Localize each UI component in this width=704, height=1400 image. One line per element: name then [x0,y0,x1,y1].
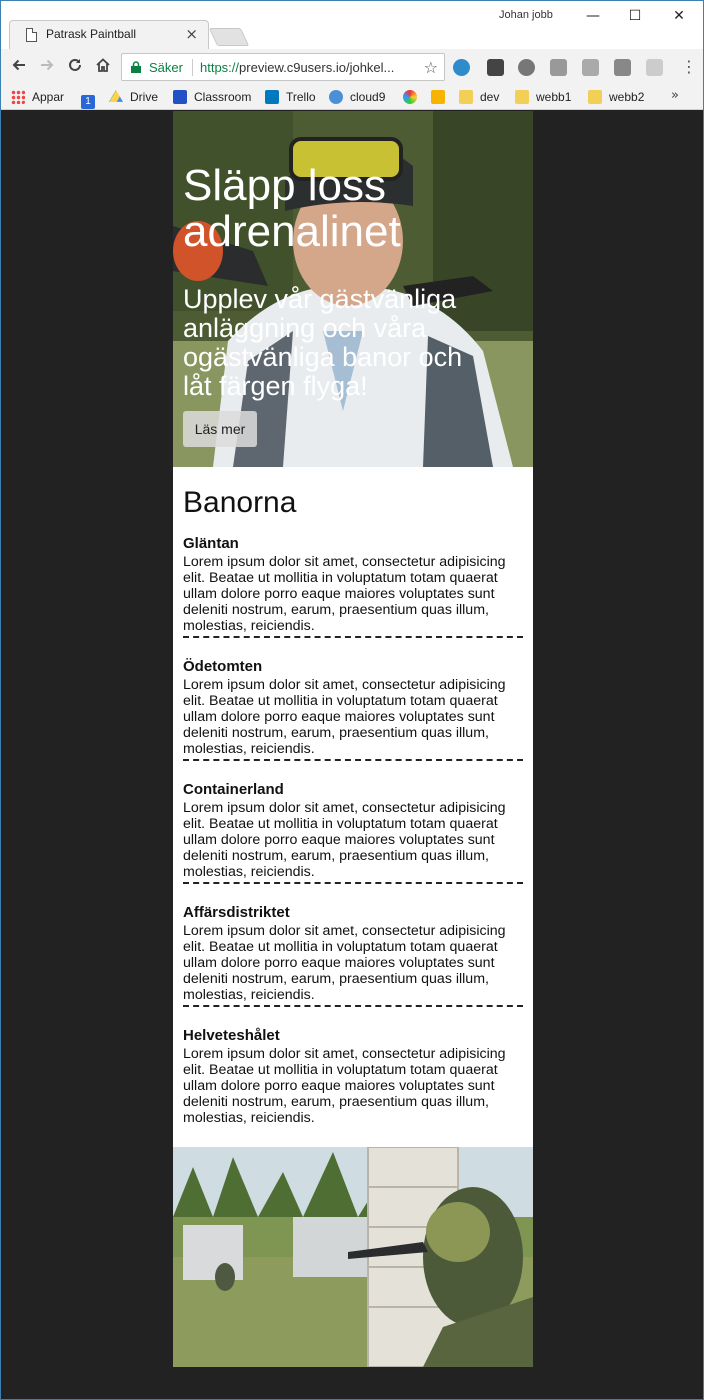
bookmarks-overflow-button[interactable]: » [671,88,679,103]
bookmark-label: cloud9 [350,90,386,104]
calendar-icon: 1 [81,95,95,109]
folder-icon [515,90,529,104]
extension-screen-icon[interactable] [614,59,631,76]
omnibox-divider [192,59,193,76]
more-vert-icon[interactable]: ⋮ [681,57,697,76]
bookmark-classroom[interactable]: Classroom [173,89,251,106]
bookmark-label: Classroom [194,90,252,104]
bookmark-calendar[interactable]: 1 [81,89,102,109]
course-item: Helveteshålet Lorem ipsum dolor sit amet… [183,1027,523,1128]
close-window-button[interactable]: ✕ [659,5,699,27]
lock-icon [131,61,141,73]
arrow-left-icon[interactable] [8,56,30,78]
reload-icon[interactable] [64,56,86,78]
classroom-icon [173,90,187,104]
courses-heading: Banorna [183,486,297,519]
courses-section: Banorna Gläntan Lorem ipsum dolor sit am… [173,467,533,1136]
bookmark-folder-webb1[interactable]: webb1 [515,89,571,106]
bookmark-keep[interactable] [431,89,452,106]
course-item: Containerland Lorem ipsum dolor sit amet… [183,781,523,884]
bookmark-label: dev [480,90,500,104]
extension-camera-icon[interactable] [550,59,567,76]
browser-toolbar: Säker https://preview.c9users.io/johkel.… [1,49,703,85]
page-icon [26,28,37,42]
course-description: Lorem ipsum dolor sit amet, consectetur … [183,554,506,634]
lightbulb-icon [431,90,445,104]
bookmark-folder-webb2[interactable]: webb2 [588,89,644,106]
paintball-field-photo [173,1147,533,1367]
extension-cast-icon[interactable] [453,59,470,76]
bookmarks-bar: Appar 1 Drive Classroom Trello cloud9 de… [1,85,703,110]
course-name: Containerland [183,781,284,798]
url-scheme: https:// [200,60,240,75]
url-text: https://preview.c9users.io/johkel... [200,60,394,75]
course-description: Lorem ipsum dolor sit amet, consectetur … [183,677,506,757]
bookmark-label: Drive [130,90,159,104]
bookmark-trello[interactable]: Trello [265,89,316,106]
extension-gear-icon[interactable] [518,59,535,76]
course-description: Lorem ipsum dolor sit amet, consectetur … [183,1046,506,1126]
new-tab-button[interactable] [208,28,250,46]
web-page: Släpp loss adrenalinet Upplev vår gästvä… [173,111,533,1367]
bookmark-drive[interactable]: Drive [109,89,158,106]
apps-grid-icon [11,90,25,104]
arrow-right-icon[interactable] [36,56,58,78]
course-item: Ödetomten Lorem ipsum dolor sit amet, co… [183,658,523,761]
course-item: Gläntan Lorem ipsum dolor sit amet, cons… [183,535,523,638]
read-more-button[interactable]: Läs mer [183,411,257,447]
bookmark-pinwheel[interactable] [403,89,424,106]
extension-keep-icon[interactable] [487,59,504,76]
extension-pdf-icon[interactable] [582,59,599,76]
course-description: Lorem ipsum dolor sit amet, consectetur … [183,800,506,880]
bookmark-label: webb1 [536,90,572,104]
bookmark-label: Appar [32,90,65,104]
address-bar[interactable]: Säker https://preview.c9users.io/johkel.… [121,53,445,81]
course-description: Lorem ipsum dolor sit amet, consectetur … [183,923,506,1003]
maximize-button[interactable]: ☐ [615,5,655,27]
course-name: Gläntan [183,535,239,552]
trello-icon [265,90,279,104]
bookmark-label: Trello [286,90,316,104]
profile-name[interactable]: Johan jobb [499,9,553,21]
bookmark-cloud9[interactable]: cloud9 [329,89,385,106]
browser-tab[interactable]: Patrask Paintball × [9,20,209,49]
hero-section: Släpp loss adrenalinet Upplev vår gästvä… [173,111,533,467]
pinwheel-icon [403,90,417,104]
star-icon[interactable]: ☆ [424,58,438,77]
secure-label: Säker [149,60,183,75]
folder-icon [588,90,602,104]
tab-title: Patrask Paintball [46,27,137,41]
url-host: preview.c9users.io/johkel... [239,60,395,75]
folder-icon [459,90,473,104]
bookmark-label: webb2 [609,90,645,104]
minimize-button[interactable]: — [573,5,613,27]
title-bar: Patrask Paintball × Johan jobb — ☐ ✕ [1,1,703,49]
home-icon[interactable] [92,56,114,78]
browser-window: Patrask Paintball × Johan jobb — ☐ ✕ Säk… [0,0,704,1400]
hero-subtitle: Upplev vår gästvänliga anläggning och vå… [183,284,463,401]
course-name: Helveteshålet [183,1027,280,1044]
cloud-icon [329,90,343,104]
course-name: Ödetomten [183,658,263,675]
bookmark-folder-dev[interactable]: dev [459,89,499,106]
extension-window-icon[interactable] [646,59,663,76]
hero-title: Släpp loss adrenalinet [183,161,401,256]
drive-icon [109,90,123,102]
course-name: Affärsdistriktet [183,904,290,921]
bookmark-apps[interactable]: Appar [11,89,64,106]
tab-close-icon[interactable]: × [185,25,198,43]
course-item: Affärsdistriktet Lorem ipsum dolor sit a… [183,904,523,1007]
